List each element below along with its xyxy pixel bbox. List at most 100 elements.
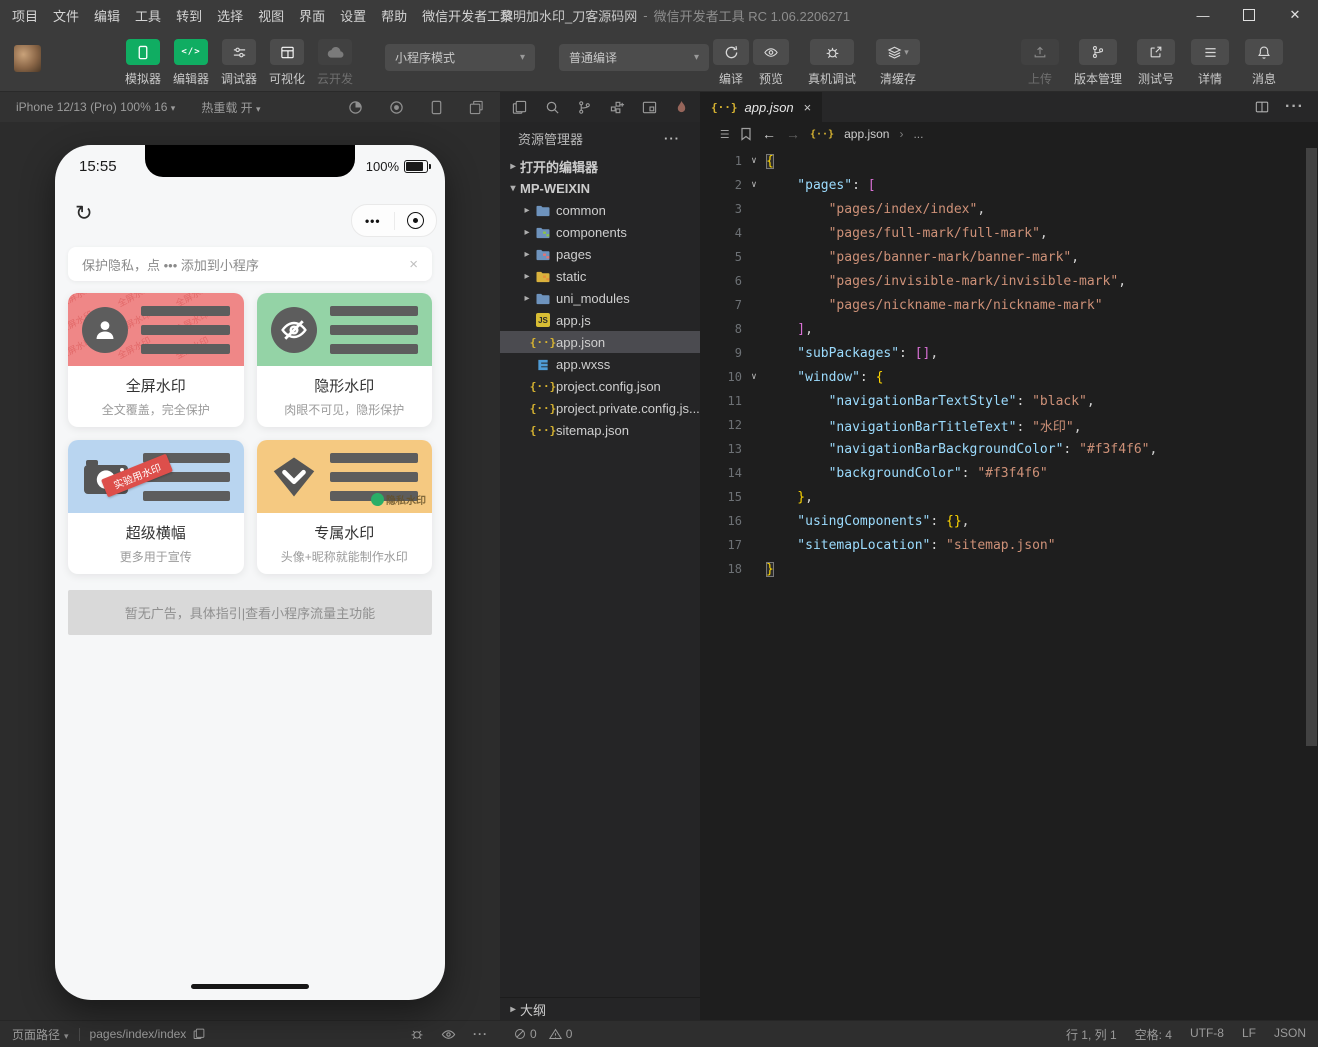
minimize-button[interactable]: — xyxy=(1180,0,1226,30)
cursor-position[interactable]: 行 1, 列 1 xyxy=(1066,1026,1117,1043)
language-mode[interactable]: JSON xyxy=(1274,1026,1306,1043)
bell-button[interactable]: 消息 xyxy=(1244,39,1284,87)
tab-close-icon[interactable]: × xyxy=(804,100,812,115)
menu-item-4[interactable]: 转到 xyxy=(176,6,202,25)
split-editor-icon[interactable] xyxy=(1255,100,1269,114)
page-path-dropdown[interactable]: 页面路径 ▾ xyxy=(12,1026,69,1043)
more-menu-button[interactable]: ••• xyxy=(352,214,394,228)
tree-item-pages[interactable]: ▸ pages xyxy=(500,243,700,265)
menu-item-5[interactable]: 选择 xyxy=(217,6,243,25)
cloud-button[interactable]: 云开发 xyxy=(311,39,359,87)
indent-setting[interactable]: 空格: 4 xyxy=(1135,1026,1172,1043)
code-line[interactable]: 11 "navigationBarTextStyle": "black", xyxy=(700,389,1318,413)
code-line[interactable]: 8], xyxy=(700,317,1318,341)
code-line[interactable]: 6 "pages/invisible-mark/invisible-mark", xyxy=(700,269,1318,293)
code-line[interactable]: 10 ∨ "window": { xyxy=(700,365,1318,389)
rotate-device-icon[interactable] xyxy=(430,100,443,115)
breadcrumb-file[interactable]: app.json xyxy=(844,127,889,141)
menu-item-0[interactable]: 项目 xyxy=(12,6,38,25)
tree-item-components[interactable]: ▸ components xyxy=(500,221,700,243)
compile-mode-dropdown[interactable]: 普通编译 ▾ xyxy=(559,44,709,71)
menu-item-6[interactable]: 视图 xyxy=(258,6,284,25)
preview-button[interactable]: 预览 xyxy=(751,39,791,87)
mode-dropdown[interactable]: 小程序模式 ▾ xyxy=(385,44,535,71)
menu-item-8[interactable]: 设置 xyxy=(340,6,366,25)
error-count[interactable]: 0 xyxy=(514,1027,537,1041)
tree-item-app-wxss[interactable]: app.wxss xyxy=(500,353,700,375)
encoding[interactable]: UTF-8 xyxy=(1190,1026,1224,1043)
code-line[interactable]: 18} xyxy=(700,557,1318,581)
watermark-card-4[interactable]: 隐私水印 专属水印 头像+昵称就能制作水印 xyxy=(256,440,432,574)
menu-item-3[interactable]: 工具 xyxy=(135,6,161,25)
eol-setting[interactable]: LF xyxy=(1242,1026,1256,1043)
watermark-card-2[interactable]: 隐形水印 肉眼不可见，隐形保护 xyxy=(256,293,432,427)
code-line[interactable]: 13 "navigationBarBackgroundColor": "#f3f4… xyxy=(700,437,1318,461)
search-icon[interactable] xyxy=(545,100,560,115)
close-button[interactable]: ✕ xyxy=(1272,0,1318,30)
record-icon[interactable] xyxy=(389,100,404,115)
tab-app-json[interactable]: {··} app.json × xyxy=(700,92,823,122)
device-debug-button[interactable]: 真机调试 xyxy=(803,39,861,87)
files-icon[interactable] xyxy=(512,100,527,115)
tree-item-static[interactable]: ▸ static xyxy=(500,265,700,287)
code-content[interactable]: 1 ∨ {2 ∨ "pages": [3 "pages/index/index", 4 "pa… xyxy=(700,146,1318,581)
phone-button[interactable]: 模拟器 xyxy=(119,39,167,87)
preview-panel-icon[interactable] xyxy=(642,100,657,115)
menu-item-9[interactable]: 帮助 xyxy=(381,6,407,25)
code-line[interactable]: 9 "subPackages": [], xyxy=(700,341,1318,365)
code-line[interactable]: 17 "sitemapLocation": "sitemap.json" xyxy=(700,533,1318,557)
detach-window-icon[interactable] xyxy=(469,100,484,115)
explorer-more-icon[interactable]: ··· xyxy=(664,131,680,146)
warning-count[interactable]: 0 xyxy=(548,1027,572,1041)
bookmark-icon[interactable] xyxy=(740,127,752,141)
git-branch-icon[interactable] xyxy=(577,100,592,115)
breadcrumb-more[interactable]: ... xyxy=(913,127,923,141)
code-line[interactable]: 3 "pages/index/index", xyxy=(700,197,1318,221)
code-line[interactable]: 15}, xyxy=(700,485,1318,509)
eye-small-icon[interactable] xyxy=(441,1027,456,1042)
code-button[interactable]: </> 编辑器 xyxy=(167,39,215,87)
nav-back-icon[interactable]: ← xyxy=(762,126,776,142)
code-line[interactable]: 14 "backgroundColor": "#f3f4f6" xyxy=(700,461,1318,485)
compile-button[interactable]: 编译 xyxy=(711,39,751,87)
watermark-card-1[interactable]: 全屏水印全屏水印全屏水印全屏水印全屏水印全屏水印全屏水印全屏水印全屏水印全屏水印… xyxy=(68,293,244,427)
code-line[interactable]: 2 ∨ "pages": [ xyxy=(700,173,1318,197)
outline-section[interactable]: ▸ 大纲 xyxy=(500,997,700,1020)
banner-close-icon[interactable]: × xyxy=(409,256,418,273)
tune-button[interactable]: 调试器 xyxy=(215,39,263,87)
tree-item-sitemap-json[interactable]: {··} sitemap.json xyxy=(500,419,700,441)
menu-item-7[interactable]: 界面 xyxy=(299,6,325,25)
debug-small-icon[interactable] xyxy=(410,1027,424,1041)
tree-item-common[interactable]: ▸ common xyxy=(500,199,700,221)
watermark-card-3[interactable]: 实验用水印 超级横幅 更多用于宣传 xyxy=(68,440,244,574)
copy-path-icon[interactable] xyxy=(193,1028,205,1040)
external-button[interactable]: 测试号 xyxy=(1136,39,1176,87)
code-editor[interactable]: ← → {··} app.json › ... 1 ∨ {2 ∨ "pages": [3… xyxy=(700,122,1318,1020)
user-avatar[interactable] xyxy=(14,45,41,72)
code-line[interactable]: 7 "pages/nickname-mark/nickname-mark" xyxy=(700,293,1318,317)
maximize-button[interactable] xyxy=(1226,0,1272,30)
menu-button[interactable]: 详情 xyxy=(1190,39,1230,87)
tree-item-project-private-config-js-[interactable]: {··} project.private.config.js... xyxy=(500,397,700,419)
hot-reload-toggle[interactable]: 热重载 开 ▾ xyxy=(201,99,260,116)
tree-item-uni-modules[interactable]: ▸ uni_modules xyxy=(500,287,700,309)
upload-button[interactable]: 上传 xyxy=(1020,39,1060,87)
clear-cache-button[interactable]: ▾ 清缓存 xyxy=(869,39,927,87)
device-selector[interactable]: iPhone 12/13 (Pro) 100% 16 ▾ xyxy=(16,100,175,114)
npm-flame-icon[interactable] xyxy=(675,100,688,115)
outline-list-icon[interactable] xyxy=(716,127,730,141)
extensions-icon[interactable] xyxy=(610,100,625,115)
tree-item-app-js[interactable]: JS app.js xyxy=(500,309,700,331)
tree-item-project-config-json[interactable]: {··} project.config.json xyxy=(500,375,700,397)
menu-item-1[interactable]: 文件 xyxy=(53,6,79,25)
tree-section-mp-weixin[interactable]: ▾ MP-WEIXIN xyxy=(500,177,700,199)
code-line[interactable]: 4 "pages/full-mark/full-mark", xyxy=(700,221,1318,245)
more-actions-icon[interactable]: ··· xyxy=(1285,98,1304,116)
tree-section--[interactable]: ▸ 打开的编辑器 xyxy=(500,155,700,177)
network-throttle-icon[interactable] xyxy=(348,100,363,115)
tree-item-app-json[interactable]: {··} app.json xyxy=(500,331,700,353)
branch-button[interactable]: 版本管理 xyxy=(1074,39,1122,87)
more-small-icon[interactable]: ··· xyxy=(473,1027,488,1041)
nav-forward-icon[interactable]: → xyxy=(786,126,800,142)
code-line[interactable]: 16 "usingComponents": {}, xyxy=(700,509,1318,533)
